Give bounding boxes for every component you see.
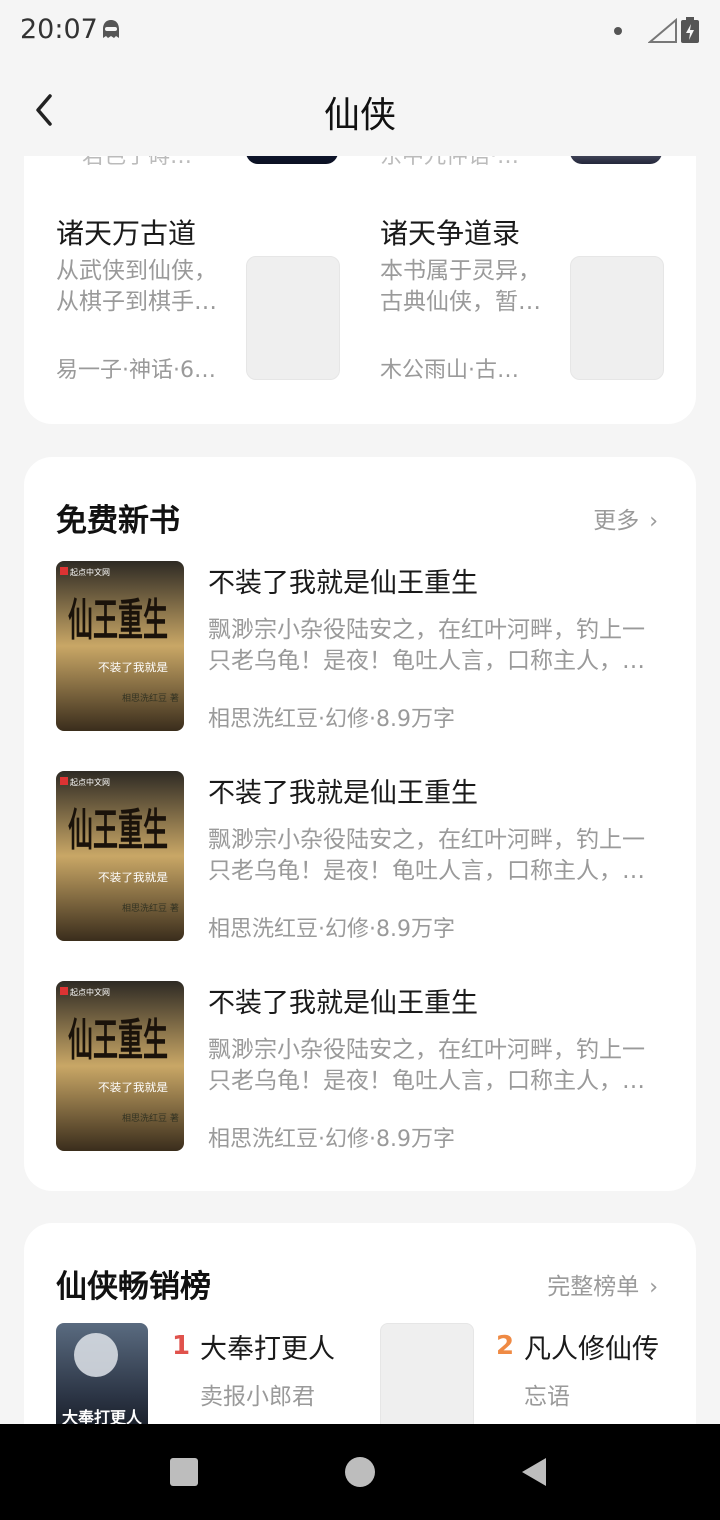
book-cover-placeholder (570, 256, 664, 380)
nav-back-icon[interactable] (520, 1456, 548, 1488)
book-cover-art: 起点中文网 仙王重生 不装了我就是 相思洗红豆 著 (56, 981, 184, 1151)
book-cover-placeholder (246, 256, 340, 380)
book-cover: 起点中文网 仙王重生 不装了我就是 相思洗红豆 著 (56, 561, 184, 731)
status-time: 20:07 (20, 14, 98, 45)
book-cover-art: 起点中文网 仙王重生 不装了我就是 相思洗红豆 著 (56, 771, 184, 941)
cover-title: 大奉打更人 (62, 1408, 143, 1424)
book-desc-line2: 古典仙侠，暂… (380, 289, 541, 315)
book-desc-line2: 只老乌龟！是夜！龟吐人言，口称主人，… (208, 648, 645, 674)
book-author: 卖报小郎君 (200, 1384, 315, 1410)
cover-big-title: 仙王重生 (68, 595, 168, 646)
book-title: 不装了我就是仙王重生 (208, 988, 478, 1019)
cutoff-meta-left: 君色子碍… (82, 156, 193, 169)
book-list-item[interactable]: 起点中文网 仙王重生 不装了我就是 相思洗红豆 著 不装了我就是仙王重生 飘渺宗… (56, 561, 676, 733)
cover-author: 相思洗红豆 著 (122, 902, 179, 914)
ranking-item[interactable]: 2 凡人修仙传 忘语 (380, 1323, 680, 1424)
content-scroll[interactable]: 君色子碍… 东中九仲语·… 诸天万古道 从武侠到仙侠， 从棋子到棋手… 易一子·… (0, 156, 720, 1424)
book-title: 不装了我就是仙王重生 (208, 778, 478, 809)
cover-subtitle: 不装了我就是 (98, 870, 168, 884)
book-desc-line2: 只老乌龟！是夜！龟吐人言，口称主人，… (208, 858, 645, 884)
signal-icon (648, 18, 677, 43)
cover-publisher: 起点中文网 (70, 777, 110, 787)
grid-book-item[interactable]: 诸天万古道 从武侠到仙侠， 从棋子到棋手… 易一子·神话·6… (56, 212, 346, 383)
book-desc-line1: 飘渺宗小杂役陆安之，在红叶河畔，钓上一 (208, 1037, 645, 1063)
cover-big-title: 仙王重生 (68, 805, 168, 856)
ranking-item[interactable]: 大奉打更人 1 大奉打更人 卖报小郎君 (56, 1323, 356, 1424)
book-desc-line1: 飘渺宗小杂役陆安之，在红叶河畔，钓上一 (208, 617, 645, 643)
section-title-free-new: 免费新书 (56, 503, 180, 539)
book-meta: 相思洗红豆·幻修·8.9万字 (208, 707, 455, 732)
battery-charging-icon (681, 17, 699, 43)
book-title: 不装了我就是仙王重生 (208, 568, 478, 599)
book-title: 诸天争道录 (380, 217, 521, 250)
cover-publisher: 起点中文网 (70, 987, 110, 997)
bestseller-card: 仙侠畅销榜 完整榜单 › 大奉打更人 1 大奉打更人 卖报小郎君 2 凡人修仙传 … (24, 1223, 696, 1424)
chevron-right-icon: › (649, 1275, 658, 1300)
full-ranking-link[interactable]: 完整榜单 › (547, 1267, 658, 1301)
notification-ghost-icon (103, 20, 119, 38)
rank-number: 1 (172, 1331, 191, 1361)
book-cover-art: 大奉打更人 (56, 1323, 148, 1424)
book-desc-line1: 从武侠到仙侠， (56, 258, 217, 284)
system-nav-bar (0, 1424, 720, 1520)
book-title: 凡人修仙传 (524, 1334, 659, 1365)
book-meta: 相思洗红豆·幻修·8.9万字 (208, 1127, 455, 1152)
home-button[interactable] (345, 1457, 375, 1487)
book-title: 诸天万古道 (56, 217, 197, 250)
cutoff-cover-left (246, 156, 338, 164)
book-cover-art: 起点中文网 仙王重生 不装了我就是 相思洗红豆 著 (56, 561, 184, 731)
cover-author: 相思洗红豆 著 (122, 692, 179, 704)
cutoff-cover-right (570, 156, 662, 164)
cover-subtitle: 不装了我就是 (98, 660, 168, 674)
book-desc-line1: 飘渺宗小杂役陆安之，在红叶河畔，钓上一 (208, 827, 645, 853)
grid-book-item[interactable]: 诸天争道录 本书属于灵异， 古典仙侠，暂… 木公雨山·古… (380, 212, 670, 383)
free-new-books-card: 免费新书 更多 › 起点中文网 仙王重生 不装了我就是 相思洗红豆 著 不装了我就… (24, 457, 696, 1191)
chevron-right-icon: › (649, 509, 658, 534)
status-bar: 20:07 (0, 0, 720, 64)
book-cover: 起点中文网 仙王重生 不装了我就是 相思洗红豆 著 (56, 981, 184, 1151)
cover-subtitle: 不装了我就是 (98, 1080, 168, 1094)
book-meta: 木公雨山·古… (380, 358, 519, 383)
book-desc-line1: 本书属于灵异， (380, 258, 541, 284)
notification-dot-icon (614, 27, 622, 35)
cutoff-meta-right: 东中九仲语·… (380, 156, 519, 169)
book-meta: 相思洗红豆·幻修·8.9万字 (208, 917, 455, 942)
book-meta: 易一子·神话·6… (56, 358, 216, 383)
book-cover-placeholder (380, 1323, 474, 1424)
recent-apps-button[interactable] (170, 1458, 198, 1486)
cover-author: 相思洗红豆 著 (122, 1112, 179, 1124)
rank-number: 2 (496, 1331, 515, 1361)
full-ranking-label: 完整榜单 (547, 1274, 640, 1300)
section-title-bestseller: 仙侠畅销榜 (56, 1269, 211, 1305)
book-list-item[interactable]: 起点中文网 仙王重生 不装了我就是 相思洗红豆 著 不装了我就是仙王重生 飘渺宗… (56, 771, 676, 943)
book-desc-line2: 只老乌龟！是夜！龟吐人言，口称主人，… (208, 1068, 645, 1094)
genre-books-card: 君色子碍… 东中九仲语·… 诸天万古道 从武侠到仙侠， 从棋子到棋手… 易一子·… (24, 156, 696, 424)
more-link[interactable]: 更多 › (593, 501, 658, 535)
more-link-label: 更多 (593, 508, 640, 534)
app-header: 仙侠 (0, 64, 720, 156)
book-cover: 起点中文网 仙王重生 不装了我就是 相思洗红豆 著 (56, 771, 184, 941)
book-author: 忘语 (524, 1384, 570, 1410)
book-list-item[interactable]: 起点中文网 仙王重生 不装了我就是 相思洗红豆 著 不装了我就是仙王重生 飘渺宗… (56, 981, 676, 1153)
book-desc-line2: 从棋子到棋手… (56, 289, 217, 315)
cover-big-title: 仙王重生 (68, 1015, 168, 1066)
page-title: 仙侠 (323, 95, 396, 136)
cover-publisher: 起点中文网 (70, 567, 110, 577)
book-cover: 大奉打更人 (56, 1323, 148, 1424)
book-title: 大奉打更人 (200, 1334, 335, 1365)
